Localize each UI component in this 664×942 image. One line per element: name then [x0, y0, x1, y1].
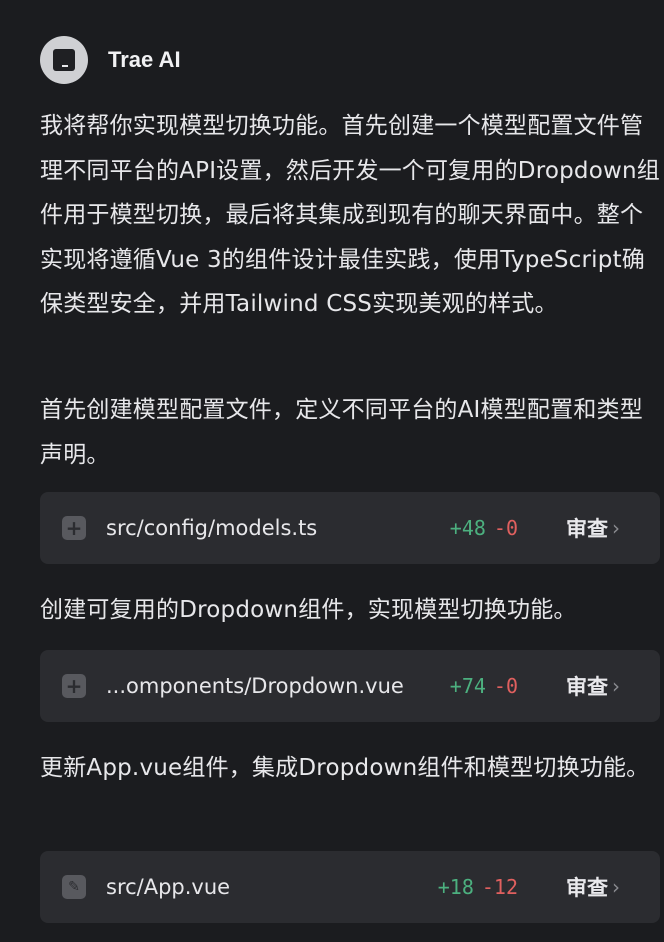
- chevron-right-icon: ›: [612, 875, 620, 899]
- message-step-2: 创建可复用的Dropdown组件，实现模型切换功能。: [40, 597, 577, 623]
- lines-removed: -0: [493, 516, 518, 540]
- file-change-card[interactable]: + src/config/models.ts +48 -0 审查 ›: [40, 492, 660, 564]
- plus-square-icon: +: [62, 516, 86, 540]
- message-header: Trae AI: [40, 36, 181, 84]
- chevron-right-icon: ›: [612, 516, 620, 540]
- lines-removed: -12: [481, 875, 518, 899]
- plus-square-icon: +: [62, 674, 86, 698]
- pencil-icon: ✎: [62, 875, 86, 899]
- review-button[interactable]: 审查: [566, 872, 608, 902]
- file-change-card[interactable]: + ...omponents/Dropdown.vue +74 -0 审查 ›: [40, 650, 660, 722]
- file-name: ...omponents/Dropdown.vue: [106, 674, 404, 698]
- diff-stats: +18 -12: [438, 875, 518, 899]
- message-step-1: 首先创建模型配置文件，定义不同平台的AI模型配置和类型声明。: [40, 397, 643, 468]
- message-intro: 我将帮你实现模型切换功能。首先创建一个模型配置文件管理不同平台的API设置，然后…: [40, 113, 660, 317]
- trae-logo-icon: [40, 36, 88, 84]
- lines-added: +48: [449, 516, 486, 540]
- lines-added: +74: [449, 674, 486, 698]
- diff-stats: +48 -0: [450, 516, 518, 540]
- review-button[interactable]: 审查: [566, 513, 608, 543]
- lines-removed: -0: [493, 674, 518, 698]
- chevron-right-icon: ›: [612, 674, 620, 698]
- diff-stats: +74 -0: [450, 674, 518, 698]
- chat-panel: Trae AI 我将帮你实现模型切换功能。首先创建一个模型配置文件管理不同平台的…: [0, 0, 664, 942]
- lines-added: +18: [437, 875, 474, 899]
- file-name: src/config/models.ts: [106, 516, 318, 540]
- message-step-3: 更新App.vue组件，集成Dropdown组件和模型切换功能。: [40, 755, 650, 781]
- assistant-name: Trae AI: [108, 47, 181, 72]
- review-button[interactable]: 审查: [566, 671, 608, 701]
- file-name: src/App.vue: [106, 875, 231, 899]
- file-change-card[interactable]: ✎ src/App.vue +18 -12 审查 ›: [40, 851, 660, 923]
